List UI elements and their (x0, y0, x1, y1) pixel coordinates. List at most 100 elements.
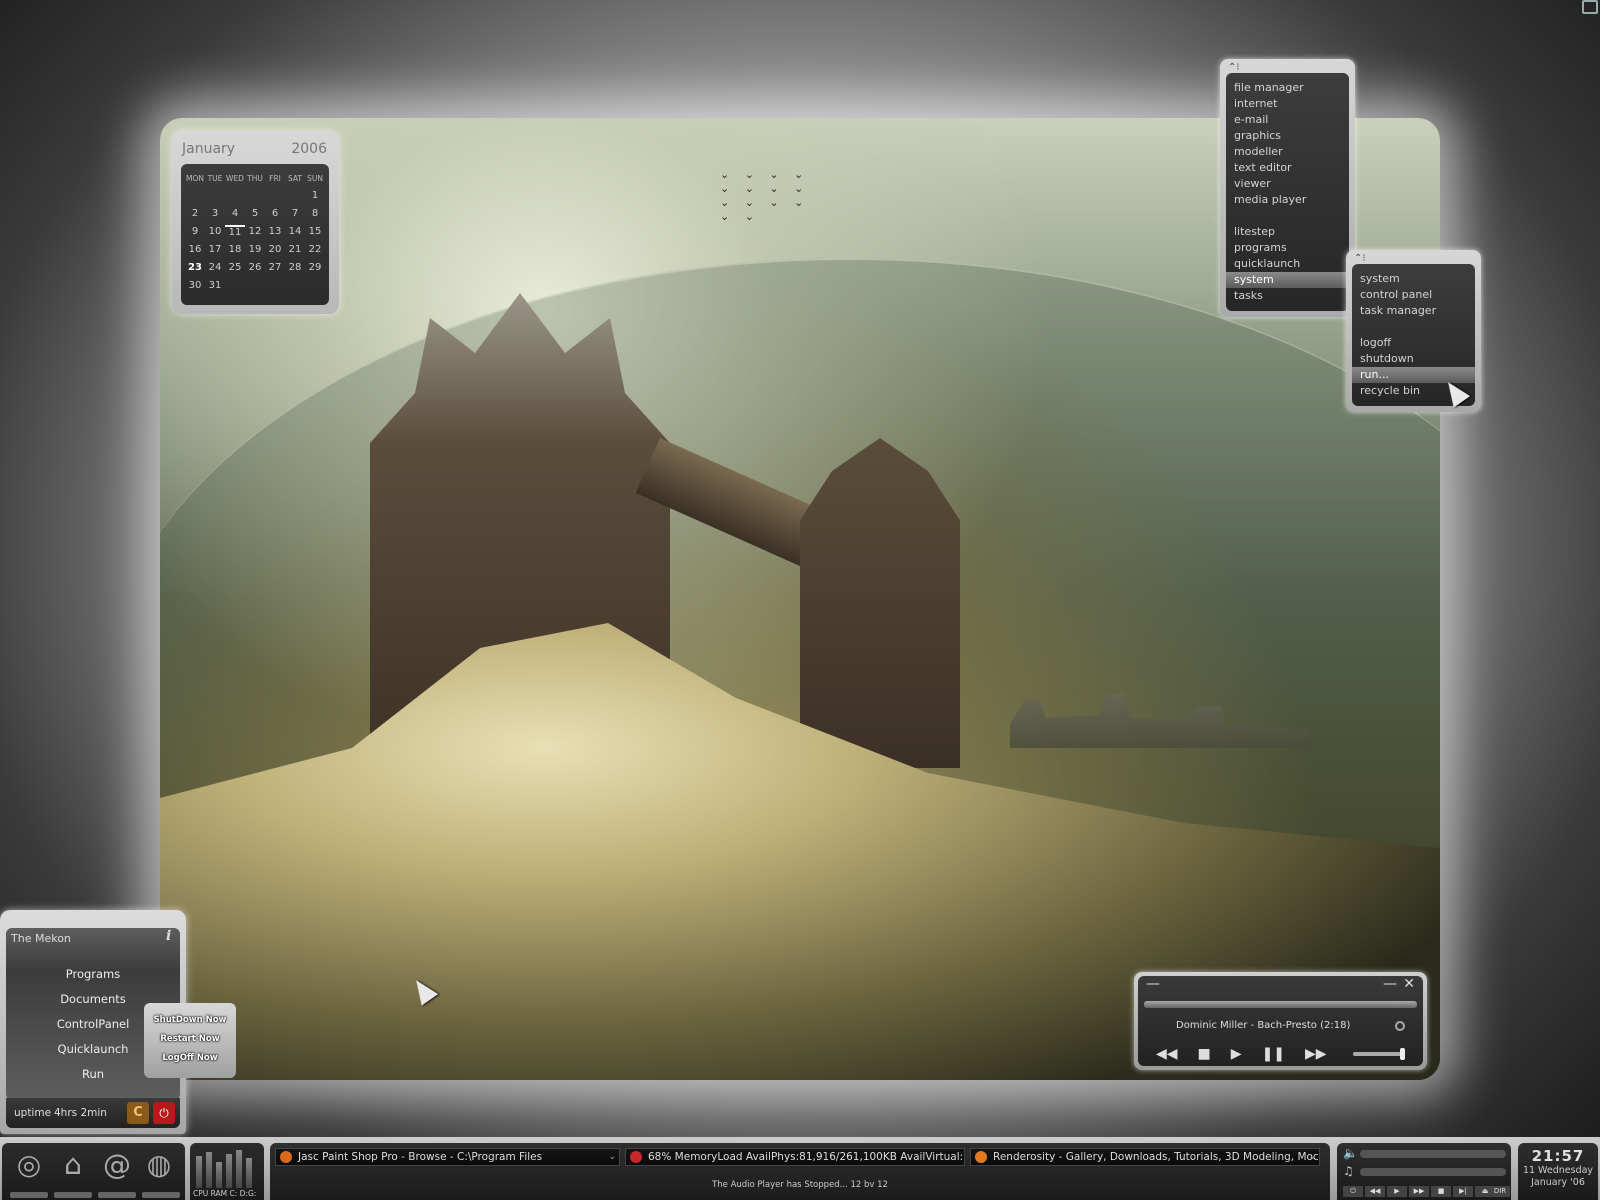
calendar-day[interactable]: 31 (205, 279, 225, 293)
audio-play-button[interactable]: ▶ (1387, 1186, 1407, 1197)
calendar-day[interactable]: 11 (225, 225, 245, 239)
menu-item-e-mail[interactable]: e-mail (1226, 112, 1349, 128)
audio-power-button[interactable]: ⏻ (1343, 1186, 1363, 1197)
globe-icon[interactable]: ◍ (142, 1148, 176, 1182)
calendar-day[interactable]: 2 (185, 207, 205, 221)
menu-item-viewer[interactable]: viewer (1226, 176, 1349, 192)
calendar-day (305, 279, 325, 293)
menu-item-modeller[interactable]: modeller (1226, 144, 1349, 160)
player-eject-icon[interactable] (1395, 1021, 1405, 1031)
calendar-day[interactable]: 8 (305, 207, 325, 221)
logoff-now-option[interactable]: LogOff Now (144, 1053, 236, 1063)
player-minimize-icon[interactable]: — (1383, 976, 1397, 992)
audio-stop-button[interactable]: ■ (1431, 1186, 1451, 1197)
calendar-day[interactable]: 22 (305, 243, 325, 257)
menu-item-file-manager[interactable]: file manager (1226, 80, 1349, 96)
audio-dir-button[interactable]: DIR (1490, 1186, 1510, 1197)
restart-now-option[interactable]: Restart Now (144, 1034, 236, 1044)
audio-seek-slider[interactable] (1360, 1168, 1506, 1176)
task-label: 68% MemoryLoad AvailPhys:81,916/261,100K… (648, 1151, 965, 1163)
home-icon[interactable]: ⌂ (56, 1148, 90, 1182)
calendar-day[interactable]: 13 (265, 225, 285, 239)
audio-prev-button[interactable]: ◀◀ (1365, 1186, 1385, 1197)
calendar-day[interactable]: 21 (285, 243, 305, 257)
media-player: — — ✕ Dominic Miller - Bach-Presto (2:18… (1134, 972, 1427, 1070)
calendar-day[interactable]: 19 (245, 243, 265, 257)
menu-item-internet[interactable]: internet (1226, 96, 1349, 112)
clock-day: 11 Wednesday (1522, 1165, 1594, 1176)
task-label: Jasc Paint Shop Pro - Browse - C:\Progra… (298, 1151, 543, 1163)
rewind-icon[interactable]: ◀◀ (1156, 1046, 1178, 1062)
calendar-month: January (182, 141, 236, 157)
info-icon[interactable]: i (166, 928, 171, 944)
task-renderosity[interactable]: Renderosity - Gallery, Downloads, Tutori… (970, 1148, 1320, 1166)
menu-item-programs[interactable]: programs (1226, 240, 1349, 256)
wallpaper-birds: ⌄ ⌄ ⌄ ⌄ ⌄ ⌄ ⌄ ⌄ ⌄ ⌄ ⌄ ⌄ ⌄ ⌄ (720, 168, 810, 223)
clock-month: January '06 (1531, 1177, 1585, 1188)
calendar-day[interactable]: 3 (205, 207, 225, 221)
clock-time: 21:57 (1531, 1147, 1585, 1165)
restart-button[interactable]: C (127, 1102, 149, 1124)
calendar-day[interactable]: 14 (285, 225, 305, 239)
menu-item-logoff[interactable]: logoff (1352, 335, 1475, 351)
calendar-day[interactable]: 5 (245, 207, 265, 221)
player-shade-icon[interactable]: — (1146, 976, 1160, 992)
calendar-day[interactable]: 17 (205, 243, 225, 257)
audio-next-button[interactable]: ▶▶ (1409, 1186, 1429, 1197)
stop-icon[interactable]: ■ (1198, 1046, 1211, 1062)
calendar-day[interactable]: 27 (265, 261, 285, 275)
chevron-down-icon[interactable]: ⌄ (608, 1149, 616, 1165)
player-seek-bar[interactable] (1144, 1001, 1417, 1008)
menu-item-system[interactable]: system (1226, 272, 1349, 288)
menu-item-task-manager[interactable]: task manager (1352, 303, 1475, 319)
calendar-day[interactable]: 20 (265, 243, 285, 257)
menu-item-quicklaunch[interactable]: quicklaunch (1226, 256, 1349, 272)
calendar-day[interactable]: 4 (225, 207, 245, 221)
at-icon[interactable]: @ (100, 1148, 134, 1182)
audio-skip-button[interactable]: ▶| (1453, 1186, 1473, 1197)
submenu-grip-icon[interactable]: ⌃⁝ (1354, 253, 1366, 264)
calendar-day[interactable]: 29 (305, 261, 325, 275)
player-volume-slider[interactable] (1353, 1048, 1405, 1060)
menu-item-shutdown[interactable]: shutdown (1352, 351, 1475, 367)
calendar-day[interactable]: 25 (225, 261, 245, 275)
calendar-day[interactable]: 7 (285, 207, 305, 221)
memory-icon (630, 1151, 642, 1163)
calendar-day[interactable]: 9 (185, 225, 205, 239)
pause-icon[interactable]: ❚❚ (1262, 1046, 1285, 1062)
calendar-day[interactable]: 15 (305, 225, 325, 239)
calendar-day[interactable]: 12 (245, 225, 265, 239)
calendar-day[interactable]: 6 (265, 207, 285, 221)
task-memoryload[interactable]: 68% MemoryLoad AvailPhys:81,916/261,100K… (625, 1148, 965, 1166)
volume-slider[interactable] (1360, 1150, 1506, 1158)
calendar-day[interactable]: 26 (245, 261, 265, 275)
calendar-day[interactable]: 30 (185, 279, 205, 293)
shutdown-now-option[interactable]: ShutDown Now (144, 1015, 236, 1025)
play-icon[interactable]: ▶ (1231, 1046, 1242, 1062)
start-item-programs[interactable]: Programs (6, 967, 180, 981)
menu-item-tasks[interactable]: tasks (1226, 288, 1349, 304)
fast-forward-icon[interactable]: ▶▶ (1305, 1046, 1327, 1062)
calendar-day[interactable]: 10 (205, 225, 225, 239)
menu-item-text-editor[interactable]: text editor (1226, 160, 1349, 176)
calendar-day[interactable]: 23 (185, 261, 205, 275)
calendar-day[interactable]: 16 (185, 243, 205, 257)
window-restore-button[interactable] (1582, 0, 1598, 14)
menu-item-litestep[interactable]: litestep (1226, 224, 1349, 240)
calendar-day (205, 189, 225, 203)
volume-icon[interactable]: 🔈 (1343, 1146, 1358, 1160)
task-paintshop[interactable]: Jasc Paint Shop Pro - Browse - C:\Progra… (275, 1148, 620, 1166)
calendar-day[interactable]: 24 (205, 261, 225, 275)
menu-item-media-player[interactable]: media player (1226, 192, 1349, 208)
swirl-icon[interactable]: ◎ (12, 1148, 46, 1182)
menu-item-control-panel[interactable]: control panel (1352, 287, 1475, 303)
calendar-day[interactable]: 18 (225, 243, 245, 257)
calendar-day[interactable]: 1 (305, 189, 325, 203)
menu-grip-icon[interactable]: ⌃⁝ (1228, 62, 1240, 73)
menu-item-system[interactable]: system (1352, 271, 1475, 287)
chevron-down-icon[interactable]: ⌄ (1308, 1149, 1316, 1165)
menu-item-graphics[interactable]: graphics (1226, 128, 1349, 144)
calendar-day[interactable]: 28 (285, 261, 305, 275)
power-button[interactable]: ⏻ (153, 1102, 175, 1124)
player-close-icon[interactable]: ✕ (1403, 976, 1415, 992)
